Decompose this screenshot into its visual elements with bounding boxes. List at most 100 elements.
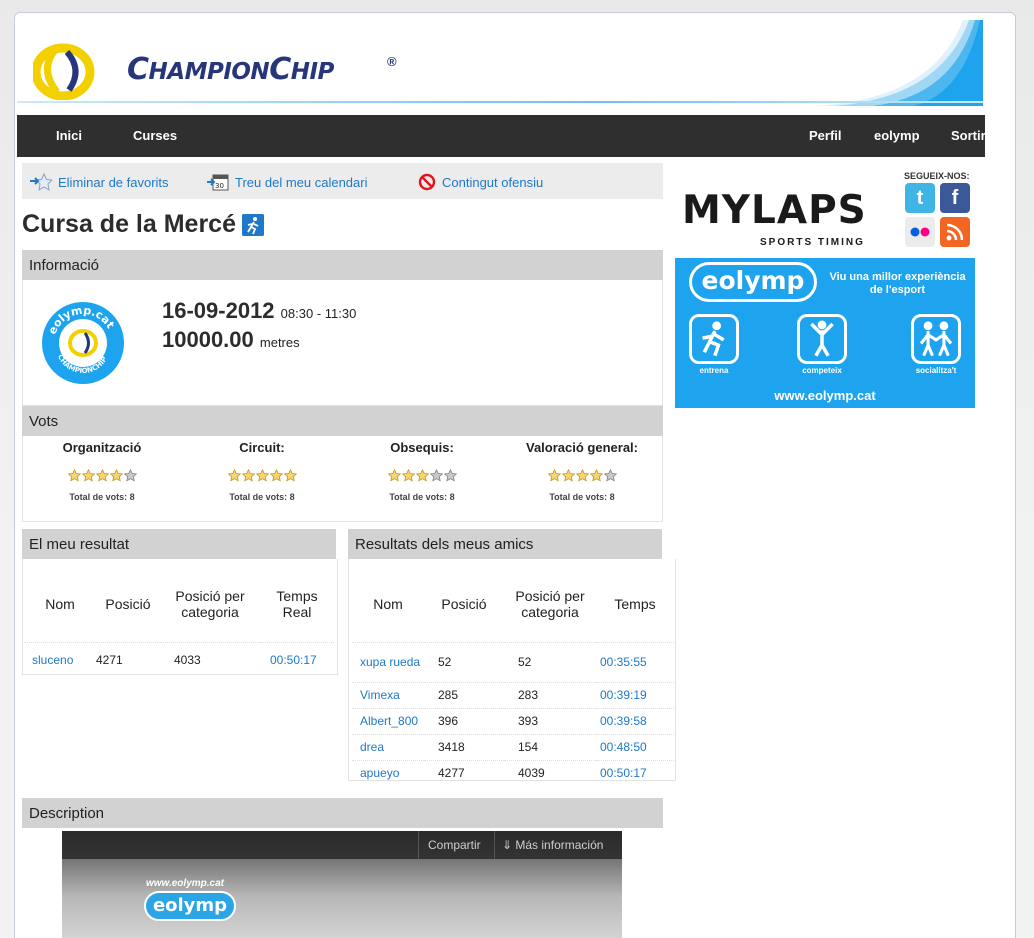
star-empty-icon[interactable] [429, 469, 443, 482]
runner-name-link[interactable]: apueyo [352, 760, 424, 786]
main-nav: Inici Curses Perfil eolymp Sortir [17, 115, 986, 157]
star-filled-icon[interactable] [81, 469, 95, 482]
runner-name-link[interactable]: xupa rueda [352, 642, 424, 682]
vote-category: Organització Total de vots: 8 [22, 440, 182, 502]
runner-name-link[interactable]: Albert_800 [352, 708, 424, 734]
friends-header-row: Nom Posició Posició per categoria Temps [352, 566, 674, 642]
remove-favorite-button[interactable]: Eliminar de favorits [30, 173, 169, 191]
nav-eolymp[interactable]: eolymp [874, 128, 920, 143]
site-header: CHAMPIONCHIP ® [17, 16, 983, 106]
col-temps: Temps [614, 595, 656, 612]
nav-curses[interactable]: Curses [133, 128, 177, 143]
video-share-button[interactable]: Compartir [428, 838, 481, 852]
socialize-icon [911, 314, 961, 364]
star-rating[interactable] [182, 469, 342, 482]
time-link[interactable]: 00:39:58 [596, 708, 674, 734]
star-filled-icon[interactable] [241, 469, 255, 482]
col-nom: Nom [45, 595, 75, 612]
video-divider [494, 831, 495, 859]
star-filled-icon[interactable] [227, 469, 241, 482]
info-section-header: Informació [22, 250, 663, 280]
star-filled-icon[interactable] [387, 469, 401, 482]
time-link[interactable]: 00:50:17 [596, 760, 674, 786]
table-row: Albert_800 396 393 00:39:58 [352, 708, 674, 734]
star-empty-icon[interactable] [443, 469, 457, 482]
twitter-icon[interactable]: t [905, 183, 935, 213]
description-section-header: Description [22, 798, 663, 828]
star-filled-icon[interactable] [67, 469, 81, 482]
runner-name-link[interactable]: drea [352, 734, 424, 760]
star-rating[interactable] [502, 469, 662, 482]
star-filled-icon[interactable] [415, 469, 429, 482]
vote-title: Circuit: [239, 440, 285, 455]
my-result-section-header: El meu resultat [22, 529, 336, 559]
friends-table: Nom Posició Posició per categoria Temps … [352, 566, 674, 786]
star-filled-icon[interactable] [255, 469, 269, 482]
runner-icon [242, 213, 264, 236]
time-link[interactable]: 00:39:19 [596, 682, 674, 708]
vote-title: Obsequis: [390, 440, 454, 455]
position-cell: 285 [438, 688, 459, 702]
nav-sortir[interactable]: Sortir [951, 128, 986, 143]
nav-inici[interactable]: Inici [56, 128, 82, 143]
facebook-icon[interactable]: f [940, 183, 970, 213]
star-empty-icon[interactable] [123, 469, 137, 482]
star-filled-icon[interactable] [561, 469, 575, 482]
star-filled-icon[interactable] [95, 469, 109, 482]
remove-calendar-label: Treu del meu calendari [235, 174, 368, 190]
star-filled-icon[interactable] [269, 469, 283, 482]
vote-total: Total de vots: 8 [229, 492, 295, 502]
time-link[interactable]: 00:50:17 [260, 642, 334, 678]
rss-icon[interactable] [940, 217, 970, 247]
runner-name-link[interactable]: sluceno [24, 642, 96, 678]
video-url: www.eolymp.cat [146, 878, 224, 889]
position-cell: 396 [438, 714, 459, 728]
position-cell: 52 [438, 655, 452, 669]
star-rating[interactable] [342, 469, 502, 482]
race-title: Cursa de la Mercé [22, 210, 236, 238]
star-rating[interactable] [22, 469, 182, 482]
runner-name-link[interactable]: Vimexa [352, 682, 424, 708]
remove-calendar-button[interactable]: 30 Treu del meu calendari [207, 173, 367, 191]
vote-category: Valoració general: Total de vots: 8 [502, 440, 662, 502]
race-toolbar: Eliminar de favorits 30 Treu del meu cal… [22, 163, 663, 199]
header-swoosh-icon [813, 20, 983, 106]
video-toolbar: Compartir ⇓ Más información [62, 831, 622, 859]
category-position-cell: 154 [518, 740, 539, 754]
votes-section-header: Vots [22, 406, 663, 436]
category-position-cell: 4033 [174, 653, 201, 668]
header-divider [17, 101, 983, 103]
mylaps-wordmark: MYLAPS [682, 188, 867, 233]
vote-total: Total de vots: 8 [389, 492, 455, 502]
star-filled-icon[interactable] [283, 469, 297, 482]
star-empty-icon[interactable] [603, 469, 617, 482]
flickr-icon[interactable] [905, 217, 935, 247]
star-arrow-icon [30, 173, 52, 191]
star-filled-icon[interactable] [401, 469, 415, 482]
star-filled-icon[interactable] [109, 469, 123, 482]
position-cell: 4277 [438, 766, 465, 781]
video-logo: eolymp [144, 891, 236, 921]
star-filled-icon[interactable] [589, 469, 603, 482]
time-link[interactable]: 00:48:50 [596, 734, 674, 760]
table-row: apueyo 4277 4039 00:50:17 [352, 760, 674, 786]
ad-label-socialize: socialitza't [915, 366, 957, 375]
category-position-cell: 283 [518, 688, 539, 702]
svg-text:30: 30 [215, 182, 224, 190]
nav-perfil[interactable]: Perfil [809, 128, 842, 143]
vote-title: Valoració general: [526, 440, 638, 455]
ad-label-train: entrena [699, 366, 729, 375]
time-link[interactable]: 00:35:55 [596, 642, 674, 682]
video-player[interactable]: Compartir ⇓ Más información www.eolymp.c… [62, 831, 622, 938]
vote-total: Total de vots: 8 [69, 492, 135, 502]
vote-category: Circuit: Total de vots: 8 [182, 440, 342, 502]
star-filled-icon[interactable] [575, 469, 589, 482]
report-offensive-button[interactable]: Contingut ofensiu [418, 173, 543, 191]
star-filled-icon[interactable] [547, 469, 561, 482]
calendar-icon: 30 [207, 174, 229, 191]
my-result-table: Nom Posició Posició per categoria Temps … [24, 566, 334, 678]
eolymp-ad-banner[interactable]: eolymp Viu una millor experiència de l'e… [675, 258, 975, 408]
video-more-info-button[interactable]: ⇓ Más información [502, 838, 603, 852]
ad-logo: eolymp [689, 262, 817, 302]
col-nom: Nom [373, 595, 403, 612]
